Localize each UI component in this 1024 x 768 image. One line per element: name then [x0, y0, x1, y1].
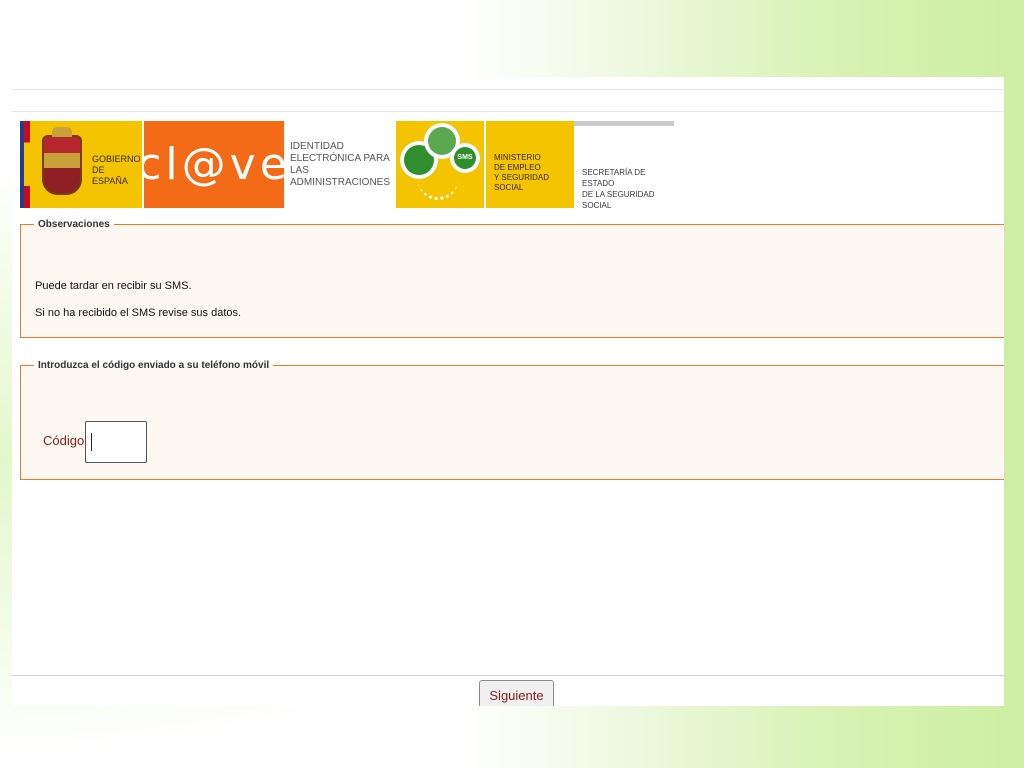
gobierno-line: Gobierno [92, 154, 141, 164]
text-cursor [91, 433, 92, 451]
observacion-line: Puede tardar en recibir su SMS. [35, 280, 192, 292]
clave-subtitle-line: Identidad [290, 140, 344, 152]
ministerio-line: de Empleo [494, 163, 541, 172]
codigo-input[interactable] [85, 421, 147, 463]
secretaria-line: de la Seguridad Social [582, 190, 655, 210]
top-divider [12, 89, 1004, 90]
secretaria-line: Secretaría de Estado [582, 168, 646, 188]
spain-flag-icon [20, 121, 30, 208]
dots-arc-icon [418, 179, 458, 200]
browser-page: Gobierno de España cl@ve Identidad elect… [12, 77, 1004, 706]
secretaria-logo: Secretaría de Estado de la Seguridad Soc… [574, 121, 674, 210]
codigo-label: Código: [43, 433, 88, 448]
clave-subtitle-line: electrónica para [290, 152, 390, 164]
header-divider [12, 111, 1004, 112]
siguiente-button[interactable]: Siguiente [479, 680, 554, 706]
coat-of-arms-icon [42, 127, 82, 195]
observaciones-legend: Observaciones [38, 219, 110, 230]
clave-subtitle: Identidad electrónica para las administr… [284, 121, 396, 208]
gobierno-logo: Gobierno de España [20, 121, 142, 208]
ministerio-logo: Ministerio de Empleo y Seguridad Social [486, 121, 574, 208]
gobierno-text: Gobierno de España [92, 154, 142, 187]
codigo-panel: Introduzca el código enviado a su teléfo… [20, 360, 1004, 480]
ministerio-line: y Seguridad Social [494, 173, 549, 192]
header-banner: Gobierno de España cl@ve Identidad elect… [20, 121, 674, 210]
sms-badge: SMS [457, 154, 473, 161]
footer-divider [12, 675, 1004, 676]
observaciones-panel: Observaciones Puede tardar en recibir su… [20, 219, 1004, 338]
codigo-legend: Introduzca el código enviado a su teléfo… [38, 360, 270, 371]
ministerio-line: Ministerio [494, 153, 541, 162]
gobierno-line: de España [92, 165, 128, 186]
clave-logo: cl@ve [137, 121, 287, 208]
observacion-line: Si no ha recibido el SMS revise sus dato… [35, 307, 242, 319]
sms-logo: SMS [396, 121, 484, 208]
clave-subtitle-line: las administraciones [290, 164, 391, 188]
